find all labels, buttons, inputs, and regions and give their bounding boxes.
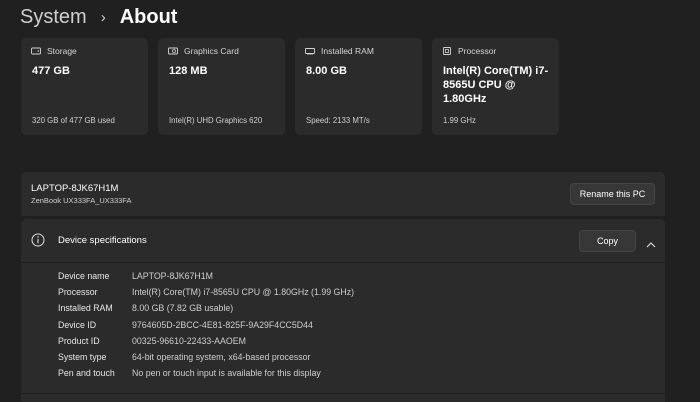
card-label: Graphics Card (184, 46, 239, 56)
card-header: Processor (442, 46, 496, 56)
spec-key: Device name (58, 271, 110, 282)
spec-value: No pen or touch input is available for t… (132, 368, 321, 379)
spec-key: Device ID (58, 319, 97, 330)
info-icon (31, 233, 45, 247)
spec-table: Device name LAPTOP-8JK67H1M Processor In… (58, 268, 354, 381)
chevron-right-icon: › (100, 8, 106, 26)
spec-key: Installed RAM (58, 303, 113, 314)
summary-cards: Storage 477 GB 320 GB of 477 GB used Gra… (21, 38, 559, 135)
spec-row: Installed RAM 8.00 GB (7.82 GB usable) (58, 300, 354, 316)
installed-ram-card[interactable]: Installed RAM 8.00 GB Speed: 2133 MT/s (295, 38, 422, 135)
pc-name-row: LAPTOP-8JK67H1M ZenBook UX333FA_UX333FA … (21, 172, 665, 216)
pc-model: ZenBook UX333FA_UX333FA (31, 196, 132, 205)
spec-key: Pen and touch (58, 368, 115, 379)
graphics-card-icon (168, 46, 178, 56)
graphics-card-card[interactable]: Graphics Card 128 MB Intel(R) UHD Graphi… (158, 38, 285, 135)
rename-pc-button[interactable]: Rename this PC (570, 183, 655, 205)
processor-icon (442, 46, 452, 56)
storage-icon (31, 46, 41, 56)
breadcrumb: System › About (20, 2, 177, 32)
device-specifications-panel: Device specifications Copy Device name L… (21, 219, 665, 402)
chevron-up-icon[interactable] (646, 236, 656, 248)
card-value: Intel(R) Core(TM) i7-8565U CPU @ 1.80GHz (443, 65, 549, 105)
device-specifications-header[interactable]: Device specifications Copy (21, 219, 665, 263)
storage-card[interactable]: Storage 477 GB 320 GB of 477 GB used (21, 38, 148, 135)
card-subtext: Intel(R) UHD Graphics 620 (169, 116, 263, 125)
card-label: Storage (47, 46, 77, 56)
card-header: Storage (31, 46, 77, 56)
card-label: Installed RAM (321, 46, 374, 56)
card-value: 477 GB (32, 65, 70, 77)
device-specifications-title: Device specifications (58, 235, 147, 246)
breadcrumb-system-link[interactable]: System (20, 6, 87, 29)
divider (21, 393, 665, 394)
spec-value: 8.00 GB (7.82 GB usable) (132, 303, 234, 314)
card-subtext: Speed: 2133 MT/s (306, 116, 370, 125)
spec-value: Intel(R) Core(TM) i7-8565U CPU @ 1.80GHz… (132, 287, 355, 298)
card-value: 128 MB (169, 65, 208, 77)
spec-row: Product ID 00325-96610-22433-AAOEM (58, 333, 354, 349)
spec-value: LAPTOP-8JK67H1M (132, 271, 213, 282)
spec-key: System type (58, 352, 107, 363)
spec-row: Processor Intel(R) Core(TM) i7-8565U CPU… (58, 284, 354, 300)
card-subtext: 320 GB of 477 GB used (32, 116, 115, 125)
copy-button[interactable]: Copy (579, 230, 636, 252)
pc-name: LAPTOP-8JK67H1M (31, 183, 119, 194)
page-title: About (119, 5, 178, 28)
card-value: 8.00 GB (306, 65, 347, 77)
spec-key: Product ID (58, 335, 100, 346)
card-label: Processor (458, 46, 497, 56)
spec-row: System type 64-bit operating system, x64… (58, 349, 354, 365)
spec-row: Pen and touch No pen or touch input is a… (58, 365, 354, 381)
processor-card[interactable]: Processor Intel(R) Core(TM) i7-8565U CPU… (432, 38, 559, 135)
spec-value: 00325-96610-22433-AAOEM (132, 335, 246, 346)
ram-icon (305, 46, 315, 56)
spec-row: Device ID 9764605D-2BCC-4E81-825F-9A29F4… (58, 317, 354, 333)
spec-value: 9764605D-2BCC-4E81-825F-9A29F4CC5D44 (132, 319, 313, 330)
card-header: Installed RAM (305, 46, 374, 56)
spec-key: Processor (58, 287, 98, 298)
spec-row: Device name LAPTOP-8JK67H1M (58, 268, 354, 284)
spec-value: 64-bit operating system, x64-based proce… (132, 352, 311, 363)
card-subtext: 1.99 GHz (443, 116, 476, 125)
card-header: Graphics Card (168, 46, 239, 56)
